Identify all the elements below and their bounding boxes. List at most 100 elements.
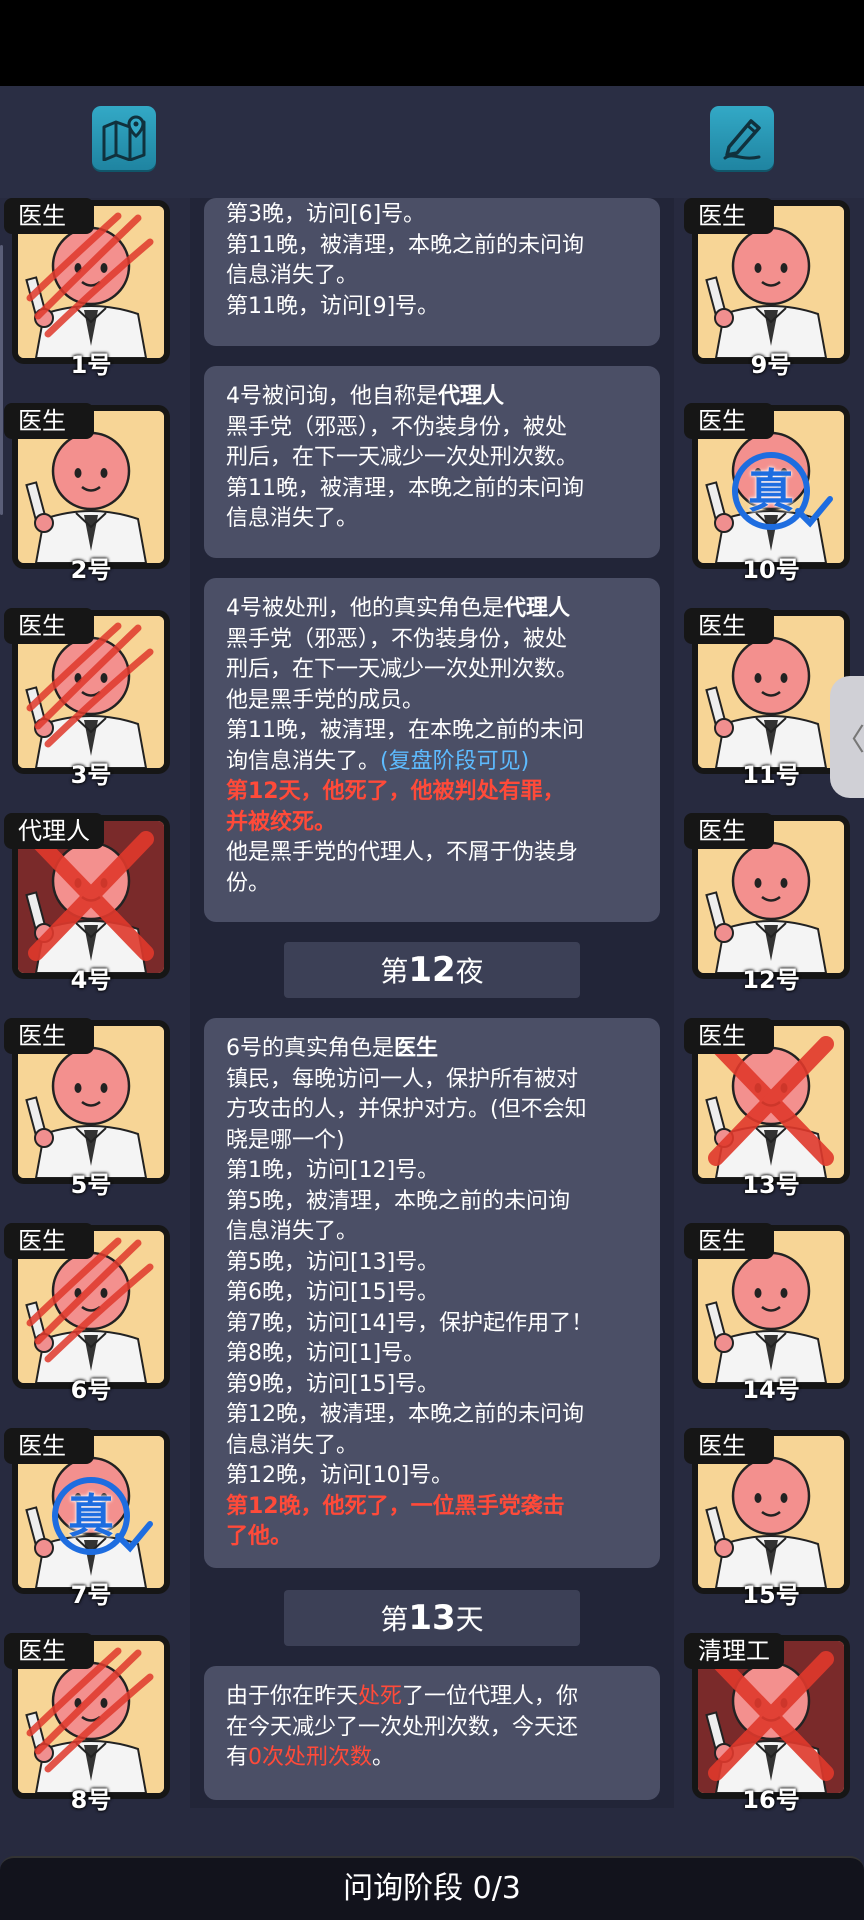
role-label: 医生	[684, 403, 774, 439]
role-label: 医生	[4, 403, 94, 439]
player-number: 5号	[70, 1171, 112, 1199]
log-line: 他是黑手党的成员。	[226, 687, 425, 713]
log-line: 第6晚，访问[15]号。	[226, 1280, 440, 1305]
log-line: 第8晚，访问[1]号。	[226, 1341, 426, 1366]
log-line: 询信息消失了。(复盘阶段可见)	[226, 748, 530, 774]
death-line: 并被绞死。	[226, 809, 337, 835]
player-number: 2号	[70, 556, 112, 584]
verified-stamp-icon: 真	[748, 464, 794, 518]
player-number: 9号	[750, 351, 792, 379]
role-label: 医生	[4, 1223, 94, 1259]
pen-edit-icon	[723, 119, 761, 160]
player-tile[interactable]: 清理工 16号	[684, 1633, 850, 1825]
role-label: 医生	[4, 1633, 94, 1669]
log-line: 第7晚，访问[14]号，保护起作用了！	[226, 1310, 594, 1336]
log-card: 第3晚，访问[6]号。 第11晚，被清理，本晚之前的未问询 信息消失了。 第11…	[204, 198, 660, 346]
death-line: 第12晚，他死了，一位黑手党袭击	[226, 1493, 565, 1519]
role-label: 医生	[4, 608, 94, 644]
death-line: 了他。	[226, 1524, 293, 1549]
phase-label: 问询阶段 0/3	[343, 1871, 521, 1906]
role-label: 医生	[4, 1428, 94, 1464]
log-card: 4号被处刑，他的真实角色是代理人 黑手党（邪恶），不伪装身份，被处 刑后，在下一…	[204, 578, 660, 922]
player-tile[interactable]: 医生 3号	[4, 608, 170, 800]
log-title: 4号被处刑，他的真实角色是代理人	[226, 596, 571, 621]
log-line: 由于你在昨天处死了一位代理人，你	[226, 1684, 579, 1709]
player-number: 10号	[742, 556, 800, 584]
role-label: 医生	[684, 813, 774, 849]
player-tile[interactable]: 真 医生 7号	[4, 1428, 170, 1620]
log-line: 晓是哪一个)	[226, 1127, 345, 1153]
log-card: 6号的真实角色是医生 镇民，每晚访问一人，保护所有被对 方攻击的人，并保护对方。…	[204, 1018, 660, 1568]
log-line: 有0次处刑次数。	[226, 1745, 395, 1770]
player-tile[interactable]: 医生 1号	[4, 198, 170, 390]
log-line: 他是黑手党的代理人，不屑于伪装身	[226, 840, 579, 865]
role-label: 医生	[4, 1018, 94, 1054]
log-line: 刑后，在下一天减少一次处刑次数。	[226, 445, 579, 470]
role-label: 医生	[684, 1428, 774, 1464]
phase-bar: 问询阶段 0/3	[0, 1856, 864, 1920]
map-button[interactable]	[92, 106, 156, 170]
log-title: 4号被问询，他自称是代理人	[226, 384, 505, 409]
log-line: 信息消失了。	[226, 1219, 359, 1244]
log-line: 信息消失了。	[226, 263, 359, 288]
player-tile[interactable]: 医生 9号	[684, 198, 850, 390]
player-number: 3号	[70, 761, 112, 789]
log-line: 刑后，在下一天减少一次处刑次数。	[226, 657, 579, 682]
log-line: 信息消失了。	[226, 506, 359, 531]
player-tile[interactable]: 医生 5号	[4, 1018, 170, 1210]
log-line: 黑手党（邪恶），不伪装身份，被处	[226, 626, 568, 652]
player-number: 7号	[70, 1581, 112, 1609]
verified-stamp-icon: 真	[68, 1489, 114, 1543]
player-number: 15号	[742, 1581, 800, 1609]
player-tile[interactable]: 医生 8号	[4, 1633, 170, 1825]
log-line: 第1晚，访问[12]号。	[226, 1158, 440, 1183]
player-number: 13号	[742, 1171, 800, 1199]
player-tile[interactable]: 医生 6号	[4, 1223, 170, 1415]
player-number: 4号	[70, 966, 112, 994]
player-tile[interactable]: 医生 11号	[684, 608, 850, 800]
log-line: 第12晚，访问[10]号。	[226, 1463, 454, 1488]
map-pin-icon	[102, 115, 146, 161]
log-line: 黑手党（邪恶），不伪装身份，被处	[226, 414, 568, 440]
night-divider: 第12夜	[284, 942, 580, 998]
log-title: 6号的真实角色是医生	[226, 1036, 439, 1061]
player-tile[interactable]: 代理人 4号	[4, 813, 170, 1005]
player-tile[interactable]: 医生 15号	[684, 1428, 850, 1620]
edge-indicator	[0, 245, 3, 515]
role-label: 医生	[4, 198, 94, 234]
role-label: 医生	[684, 198, 774, 234]
log-card: 4号被问询，他自称是代理人 黑手党（邪恶），不伪装身份，被处 刑后，在下一天减少…	[204, 366, 660, 558]
death-line: 第12天，他死了，他被判处有罪，	[226, 779, 565, 804]
log-line: 方攻击的人，并保护对方。(但不会知	[226, 1097, 587, 1122]
log-line: 第11晚，访问[9]号。	[226, 293, 440, 319]
player-number: 11号	[742, 761, 800, 789]
log-line: 在今天减少了一次处刑次数，今天还	[226, 1714, 579, 1740]
notes-button[interactable]	[710, 106, 774, 170]
player-number: 8号	[70, 1786, 112, 1814]
review-note: (复盘阶段可见)	[380, 748, 530, 774]
role-label: 医生	[684, 608, 774, 644]
role-label: 医生	[684, 1018, 774, 1054]
player-number: 16号	[742, 1786, 800, 1814]
player-tile[interactable]: 医生 14号	[684, 1223, 850, 1415]
role-label: 医生	[684, 1223, 774, 1259]
player-number: 14号	[742, 1376, 800, 1404]
log-line: 第5晚，被清理，本晚之前的未问询	[226, 1188, 570, 1214]
player-number: 12号	[742, 966, 800, 994]
player-number: 1号	[70, 351, 112, 379]
log-line: 第11晚，被清理，本晚之前的未问询	[226, 232, 584, 258]
log-line: 份。	[226, 870, 271, 896]
log-line: 第9晚，访问[15]号。	[226, 1371, 440, 1397]
log-line: 第11晚，被清理，在本晚之前的未问	[226, 718, 584, 743]
side-drawer-tab[interactable]: 〈	[830, 676, 864, 798]
log-line: 信息消失了。	[226, 1432, 359, 1458]
player-tile[interactable]: 医生 2号	[4, 403, 170, 595]
role-label: 代理人	[4, 813, 104, 849]
day-divider: 第13天	[284, 1590, 580, 1646]
player-tile[interactable]: 真 医生 10号	[684, 403, 850, 595]
log-line: 第11晚，被清理，本晚之前的未问询	[226, 475, 584, 501]
player-tile[interactable]: 医生 12号	[684, 813, 850, 1005]
log-line: 第3晚，访问[6]号。	[226, 202, 426, 227]
player-tile[interactable]: 医生 13号	[684, 1018, 850, 1210]
chevron-left-icon: 〈	[835, 723, 864, 758]
